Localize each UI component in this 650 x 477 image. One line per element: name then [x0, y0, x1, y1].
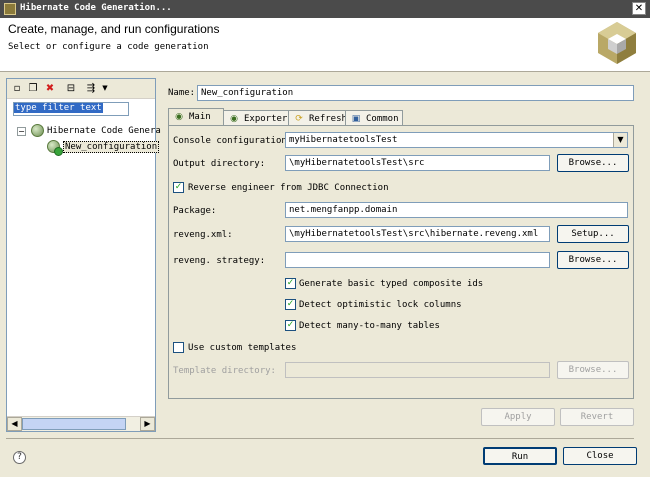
- tab-exporters-label: Exporters: [244, 114, 293, 124]
- reveng-strategy-input[interactable]: [285, 252, 550, 268]
- revert-button[interactable]: Revert: [560, 408, 634, 426]
- duplicate-config-icon[interactable]: ❐: [27, 82, 39, 95]
- tree-item-new-configuration[interactable]: New_configuration: [63, 141, 160, 153]
- reveng-xml-label: reveng.xml:: [173, 230, 233, 240]
- banner-title: Create, manage, and run configurations: [8, 22, 220, 36]
- config-run-icon: [47, 140, 63, 156]
- name-input[interactable]: New_configuration: [197, 85, 634, 101]
- main-tab-icon: ◉: [175, 112, 183, 122]
- header-banner: Create, manage, and run configurations S…: [0, 18, 650, 72]
- hibernate-config-icon: [31, 124, 44, 137]
- delete-config-icon[interactable]: ✖: [44, 82, 56, 95]
- filter-icon[interactable]: ⇶: [85, 82, 97, 95]
- tab-common[interactable]: ▣ Common: [345, 110, 403, 126]
- reveng-strategy-label: reveng. strategy:: [173, 256, 266, 266]
- new-config-icon[interactable]: ▫: [11, 82, 23, 95]
- optimistic-lock-checkbox[interactable]: ✓: [285, 299, 296, 310]
- footer-separator: [6, 438, 634, 439]
- custom-templates-checkbox[interactable]: [173, 342, 184, 353]
- template-browse-button[interactable]: Browse...: [557, 361, 629, 379]
- chevron-down-icon[interactable]: ▼: [613, 133, 627, 147]
- main-tab-panel: Console configuration: myHibernatetoolsT…: [168, 125, 634, 399]
- window-titlebar: Hibernate Code Generation... ✕: [0, 0, 650, 18]
- tree-horizontal-scrollbar[interactable]: ◀ ▶: [7, 416, 155, 431]
- package-label: Package:: [173, 206, 217, 216]
- many-to-many-label: Detect many-to-many tables: [299, 321, 440, 331]
- apply-button[interactable]: Apply: [481, 408, 555, 426]
- banner-subtitle: Select or configure a code generation: [8, 42, 209, 52]
- name-label: Name:: [168, 88, 196, 98]
- tree-collapse-icon[interactable]: −: [17, 127, 26, 136]
- tab-exporters[interactable]: ◉ Exporters: [223, 110, 293, 126]
- collapse-all-icon[interactable]: ⊟: [65, 82, 77, 95]
- tab-main-label: Main: [189, 112, 211, 122]
- console-configuration-label: Console configuration:: [173, 136, 293, 146]
- reveng-xml-input[interactable]: \myHibernatetoolsTest\src\hibernate.reve…: [285, 226, 550, 242]
- common-tab-icon: ▣: [351, 114, 361, 124]
- reverse-engineer-label: Reverse engineer from JDBC Connection: [188, 183, 389, 193]
- console-configuration-value: myHibernatetoolsTest: [289, 135, 398, 145]
- many-to-many-checkbox[interactable]: ✓: [285, 320, 296, 331]
- tree-item-hibernate-code-generation[interactable]: Hibernate Code Genera: [47, 126, 161, 136]
- tab-refresh[interactable]: ⟳ Refresh: [288, 110, 347, 126]
- hibernate-logo: [598, 22, 636, 64]
- output-browse-button[interactable]: Browse...: [557, 154, 629, 172]
- close-button[interactable]: Close: [563, 447, 637, 465]
- template-directory-input[interactable]: [285, 362, 550, 378]
- scroll-right-icon[interactable]: ▶: [140, 417, 155, 431]
- reveng-setup-button[interactable]: Setup...: [557, 225, 629, 243]
- custom-templates-label: Use custom templates: [188, 343, 297, 353]
- tab-refresh-label: Refresh: [309, 114, 347, 124]
- close-window-icon[interactable]: ✕: [632, 2, 646, 15]
- help-icon[interactable]: ?: [13, 451, 26, 464]
- optimistic-lock-label: Detect optimistic lock columns: [299, 300, 462, 310]
- template-directory-label: Template directory:: [173, 366, 276, 376]
- window-title: Hibernate Code Generation...: [20, 3, 172, 13]
- filter-dropdown-icon[interactable]: ▼: [99, 82, 111, 95]
- composite-ids-label: Generate basic typed composite ids: [299, 279, 484, 289]
- scroll-thumb[interactable]: [22, 418, 126, 430]
- console-configuration-select[interactable]: myHibernatetoolsTest ▼: [285, 132, 628, 148]
- tree-toolbar: ▫ ❐ ✖ ⊟ ⇶ ▼: [7, 79, 155, 99]
- tab-common-label: Common: [366, 114, 399, 124]
- strategy-browse-button[interactable]: Browse...: [557, 251, 629, 269]
- refresh-tab-icon: ⟳: [295, 114, 303, 124]
- tab-main[interactable]: ◉ Main: [168, 108, 224, 126]
- output-directory-input[interactable]: \myHibernatetoolsTest\src: [285, 155, 550, 171]
- reverse-engineer-checkbox[interactable]: ✓: [173, 182, 184, 193]
- scroll-left-icon[interactable]: ◀: [7, 417, 22, 431]
- output-directory-label: Output directory:: [173, 159, 266, 169]
- package-input[interactable]: net.mengfanpp.domain: [285, 202, 628, 218]
- configuration-tree-pane: ▫ ❐ ✖ ⊟ ⇶ ▼ type filter text − Hibernate…: [6, 78, 161, 432]
- composite-ids-checkbox[interactable]: ✓: [285, 278, 296, 289]
- filter-input[interactable]: type filter text: [13, 102, 129, 116]
- app-icon: [4, 3, 16, 15]
- filter-text: type filter text: [14, 103, 103, 113]
- exporters-tab-icon: ◉: [230, 114, 238, 124]
- run-button[interactable]: Run: [483, 447, 557, 465]
- tab-strip: ◉ Main ◉ Exporters ⟳ Refresh ▣ Common: [168, 108, 634, 126]
